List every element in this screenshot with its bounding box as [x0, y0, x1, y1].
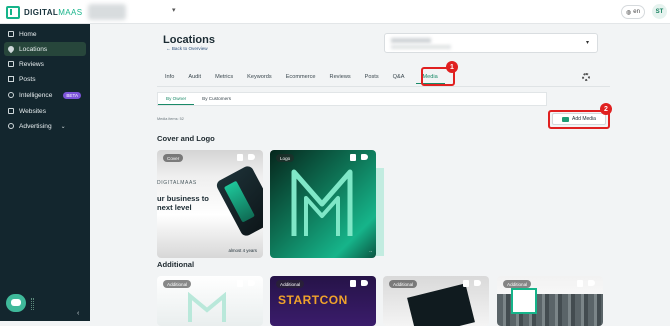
media-card-additional[interactable]: STARTCON Additional — [270, 276, 376, 326]
collapse-sidebar-icon[interactable]: ‹ — [77, 310, 79, 317]
sidebar: Home Locations Reviews Posts Intelligenc… — [0, 24, 90, 321]
card-type-badge: Cover — [163, 154, 184, 162]
star-icon — [8, 61, 14, 67]
brand-logo[interactable]: DIGITALMAAS — [6, 5, 82, 19]
delete-icon[interactable] — [577, 280, 583, 287]
tag-icon[interactable] — [361, 280, 368, 286]
sidebar-item-locations[interactable]: Locations — [4, 42, 86, 56]
beta-badge: BETA — [63, 91, 82, 99]
brand-m-logo-icon — [291, 169, 353, 236]
tab-audit[interactable]: Audit — [181, 70, 208, 84]
top-bar: DIGITALMAAS ▾ ◍ en ST — [0, 0, 670, 24]
media-card-additional[interactable]: Additional — [157, 276, 263, 326]
document-icon — [8, 76, 14, 82]
tab-info[interactable]: Info — [158, 70, 181, 84]
user-avatar[interactable]: ST — [652, 4, 667, 19]
card-type-badge: Additional — [276, 280, 305, 288]
cover-brand-text: DIGITALMAAS — [157, 180, 197, 186]
delete-icon[interactable] — [350, 280, 356, 287]
location-selector[interactable]: ▾ — [384, 33, 598, 53]
card-type-badge: Additional — [163, 280, 192, 288]
globe-icon — [8, 108, 14, 114]
upload-age: almost 4 years — [228, 248, 257, 253]
cover-headline: ur business to next level — [157, 194, 209, 212]
startcon-image-text: STARTCON — [278, 293, 348, 307]
location-pin-icon — [6, 44, 16, 54]
media-card-cover[interactable]: DIGITALMAAS ur business to next level Co… — [157, 150, 263, 258]
tab-keywords[interactable]: Keywords — [240, 70, 279, 84]
chat-support-button[interactable] — [6, 294, 26, 312]
step-marker-2: 2 — [600, 103, 612, 115]
card-type-badge: Additional — [389, 280, 418, 288]
lightbulb-icon — [8, 92, 14, 98]
tab-by-customers[interactable]: By Customers — [194, 93, 239, 105]
sidebar-item-advertising[interactable]: Advertising ⌄ — [4, 119, 86, 133]
drag-handle-icon[interactable] — [31, 298, 34, 310]
delete-icon[interactable] — [237, 280, 243, 287]
card-type-badge: Additional — [503, 280, 532, 288]
location-address — [391, 45, 451, 49]
tab-posts[interactable]: Posts — [358, 70, 386, 84]
media-card-logo[interactable]: Logo .. — [270, 150, 376, 258]
organization-selector[interactable] — [88, 4, 126, 20]
tag-icon[interactable] — [474, 280, 481, 286]
tab-metrics[interactable]: Metrics — [208, 70, 240, 84]
brand-name: DIGITALMAAS — [24, 7, 83, 17]
gear-icon[interactable] — [582, 73, 590, 81]
section-title-cover-logo: Cover and Logo — [157, 134, 215, 143]
card-type-badge: Logo — [276, 154, 295, 162]
tag-icon[interactable] — [248, 154, 255, 160]
chevron-down-icon: ▾ — [585, 40, 589, 46]
media-card-additional[interactable]: Additional — [497, 276, 603, 326]
logo-card-shadow — [376, 168, 384, 256]
delete-icon[interactable] — [463, 280, 469, 287]
more-icon[interactable]: .. — [369, 248, 372, 254]
back-to-overview-link[interactable]: ← Back to Overview — [166, 46, 208, 51]
home-icon — [8, 31, 14, 37]
media-count: Media items: 52 — [157, 117, 184, 121]
tab-by-owner[interactable]: By Owner — [158, 93, 195, 105]
sidebar-item-home[interactable]: Home — [4, 27, 86, 41]
device-image — [407, 283, 475, 326]
chevron-down-icon[interactable]: ▾ — [172, 6, 176, 14]
chevron-down-icon: ⌄ — [60, 123, 66, 130]
location-tabs: Info Audit Metrics Keywords Ecommerce Re… — [158, 70, 445, 84]
globe-icon: ◍ — [626, 9, 632, 16]
tab-reviews[interactable]: Reviews — [323, 70, 358, 84]
media-subtabs: By Owner By Customers — [157, 92, 547, 106]
section-title-additional: Additional — [157, 260, 195, 269]
sidebar-item-reviews[interactable]: Reviews — [4, 57, 86, 71]
delete-icon[interactable] — [237, 154, 243, 161]
megaphone-icon — [8, 123, 14, 129]
location-name — [391, 38, 431, 43]
tag-icon[interactable] — [248, 280, 255, 286]
phone-image — [214, 164, 263, 238]
page-title: Locations — [163, 34, 215, 46]
brand-m-logo-icon — [188, 292, 226, 322]
sidebar-item-intelligence[interactable]: Intelligence BETA — [4, 88, 86, 102]
step-marker-1: 1 — [446, 61, 458, 73]
delete-icon[interactable] — [350, 154, 356, 161]
brand-m-logo-icon — [511, 288, 537, 314]
tabs-divider — [157, 86, 610, 87]
language-selector[interactable]: ◍ en — [621, 5, 645, 19]
logo-mark-icon — [6, 5, 20, 19]
tag-icon[interactable] — [361, 154, 368, 160]
sidebar-item-websites[interactable]: Websites — [4, 104, 86, 118]
media-card-additional[interactable]: Additional — [383, 276, 489, 326]
sidebar-item-posts[interactable]: Posts — [4, 72, 86, 86]
tab-qa[interactable]: Q&A — [386, 70, 412, 84]
tag-icon[interactable] — [588, 280, 595, 286]
tab-ecommerce[interactable]: Ecommerce — [279, 70, 323, 84]
